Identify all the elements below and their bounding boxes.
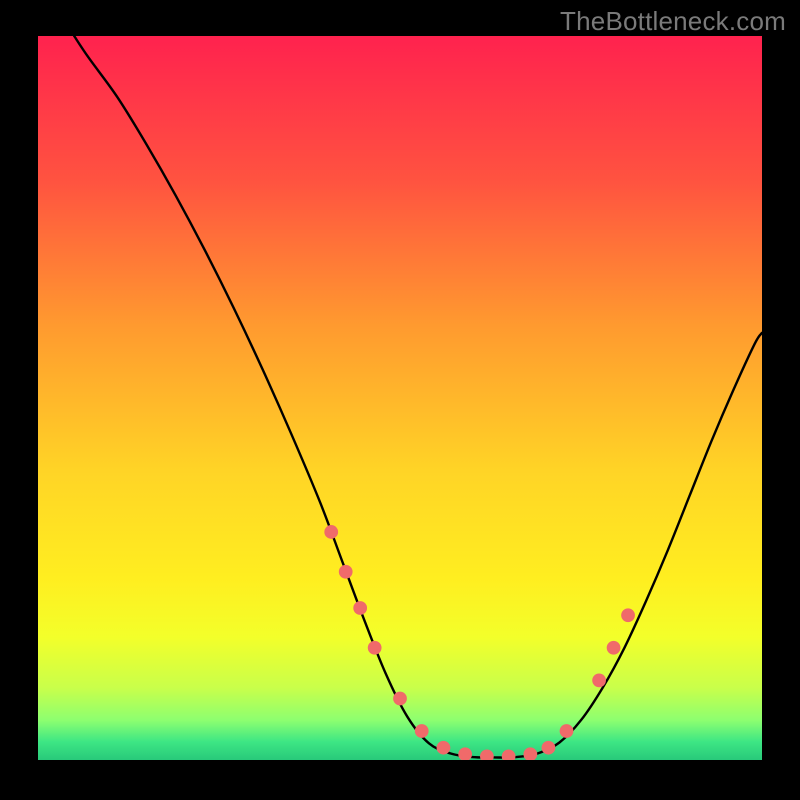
data-point: [502, 750, 516, 764]
data-point: [437, 741, 451, 755]
data-point: [393, 692, 407, 706]
data-point: [480, 750, 494, 764]
data-point: [592, 673, 606, 687]
data-point: [542, 741, 556, 755]
data-point: [353, 601, 367, 615]
data-point: [324, 525, 338, 539]
data-point: [607, 641, 621, 655]
chart-frame: TheBottleneck.com: [0, 0, 800, 800]
data-point: [621, 608, 635, 622]
data-point: [339, 565, 353, 579]
data-point: [560, 724, 574, 738]
data-point: [458, 747, 472, 761]
data-point: [368, 641, 382, 655]
data-point: [415, 724, 429, 738]
data-point: [523, 747, 537, 761]
bottleneck-chart: [0, 0, 800, 800]
watermark-text: TheBottleneck.com: [560, 6, 786, 37]
